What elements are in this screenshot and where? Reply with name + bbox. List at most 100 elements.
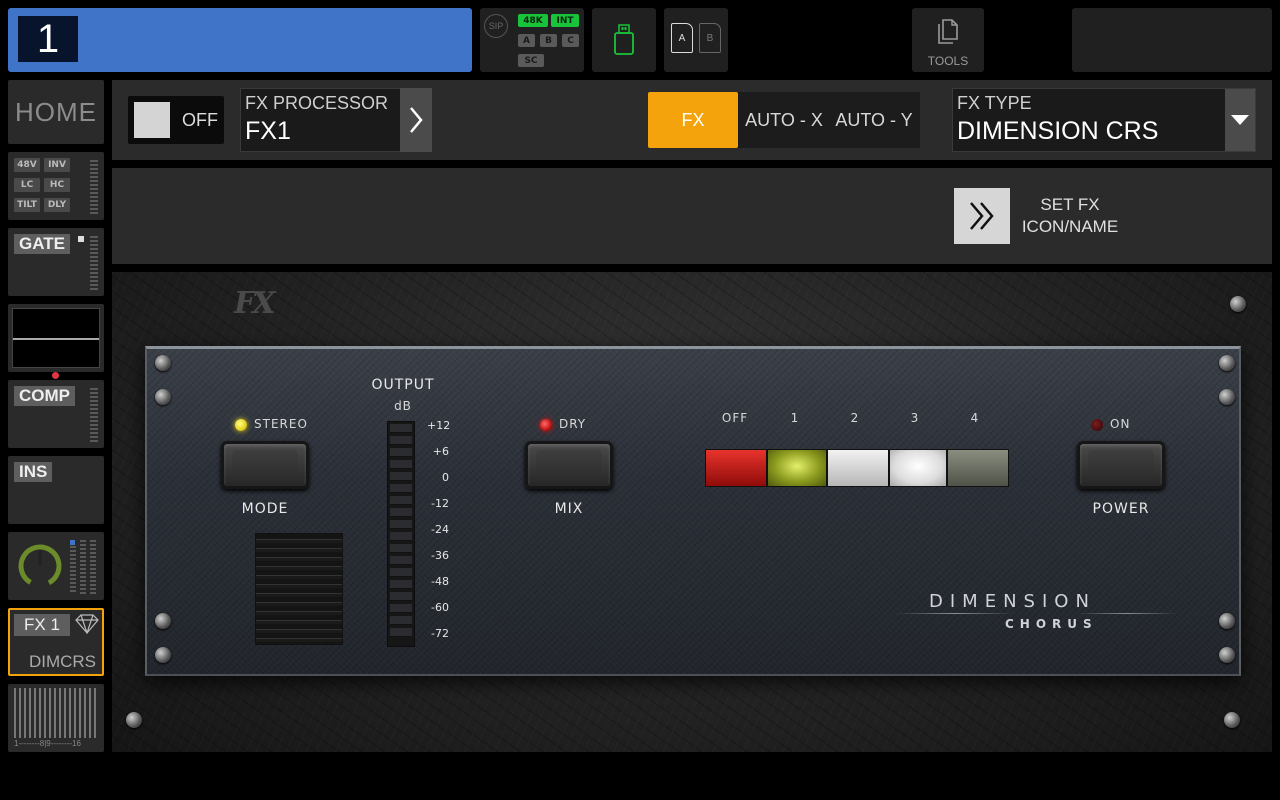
channel-number: 1 xyxy=(18,16,78,62)
gate-indicator xyxy=(78,236,84,242)
eq-section-button[interactable] xyxy=(8,304,104,372)
faceplate-screw xyxy=(1219,647,1235,663)
top-right-panel[interactable] xyxy=(1072,8,1272,72)
input-section-button[interactable]: 48V INV LC HC TILT DLY xyxy=(8,152,104,220)
usb-button[interactable] xyxy=(592,8,656,72)
fx-plugin-rack: FX STEREO MODE OUTPUT dB +12 +6 0 -12 -2… xyxy=(112,272,1272,752)
clock-source-badge: INT xyxy=(551,14,579,27)
faceplate-screw xyxy=(155,613,171,629)
channel-selector[interactable]: 1 xyxy=(8,8,472,72)
documents-icon xyxy=(938,19,958,44)
power-button[interactable] xyxy=(1077,441,1165,489)
insert-section-button[interactable]: INS xyxy=(8,456,104,524)
power-label: POWER xyxy=(1092,501,1150,517)
insert-label: INS xyxy=(14,462,53,482)
output-meter-left xyxy=(70,546,76,594)
meter-segment xyxy=(390,460,412,469)
selector-2-button[interactable] xyxy=(827,449,889,487)
output-meter-right xyxy=(90,540,96,594)
mix-button[interactable] xyxy=(525,441,613,489)
fx-sub-bar: SET FX ICON/NAME xyxy=(112,168,1272,264)
double-chevron-right-icon xyxy=(970,202,994,230)
channel-output-button[interactable] xyxy=(8,532,104,600)
eq-curve-preview xyxy=(12,308,100,368)
tab-fx[interactable]: FX xyxy=(648,92,738,148)
gate-label: GATE xyxy=(14,234,70,254)
mix-label: MIX xyxy=(554,501,584,517)
fx-mode-tabs: FX AUTO - X AUTO - Y xyxy=(648,92,920,148)
tab-auto-y[interactable]: AUTO - Y xyxy=(830,92,918,148)
toggle-switch xyxy=(134,102,170,138)
low-cut-chip: LC xyxy=(14,178,40,192)
sd-card-a-icon: A xyxy=(671,23,693,53)
fx-type-value: DIMENSION CRS xyxy=(957,117,1159,145)
dry-label: DRY xyxy=(559,417,587,431)
routing-button[interactable]: 1--------8|9--------16 xyxy=(8,684,104,752)
faceplate-screw xyxy=(155,389,171,405)
selector-1-button[interactable] xyxy=(767,449,827,487)
status-chip-b: B xyxy=(540,34,557,47)
brand-line-left xyxy=(895,613,1015,614)
gate-meter xyxy=(90,236,98,290)
fx-on-off-toggle[interactable]: OFF xyxy=(128,96,224,144)
fx1-slot-name: DIMCRS xyxy=(28,652,96,671)
meter-segment xyxy=(390,556,412,565)
meter-segment xyxy=(390,484,412,493)
comp-label: COMP xyxy=(14,386,75,406)
meter-segment xyxy=(390,508,412,517)
faceplate-screw xyxy=(1219,389,1235,405)
stereo-label: STEREO xyxy=(254,417,308,431)
selector-label-off: OFF xyxy=(721,411,749,425)
sd-card-button[interactable]: A B xyxy=(664,8,728,72)
meter-segment xyxy=(390,628,412,637)
chevron-down-icon xyxy=(1231,115,1249,125)
selector-label-1: 1 xyxy=(790,411,800,425)
mode-button[interactable] xyxy=(221,441,309,489)
meter-segment xyxy=(390,436,412,445)
comp-section-button[interactable]: COMP xyxy=(8,380,104,448)
selector-label-4: 4 xyxy=(970,411,980,425)
meter-segment xyxy=(390,424,412,433)
diamond-icon xyxy=(75,614,99,634)
power-led xyxy=(1091,419,1103,431)
delay-chip: DLY xyxy=(44,198,70,212)
meter-segment xyxy=(390,580,412,589)
toggle-label: OFF xyxy=(182,110,218,130)
comp-meter xyxy=(90,388,98,442)
meter-segment xyxy=(390,604,412,613)
meter-tick-label: -24 xyxy=(431,523,449,536)
high-cut-chip: HC xyxy=(44,178,70,192)
meter-segment xyxy=(390,532,412,541)
faceplate-screw xyxy=(155,355,171,371)
fx-type-dropdown[interactable]: FX TYPE DIMENSION CRS xyxy=(952,88,1256,152)
selector-3-button[interactable] xyxy=(889,449,947,487)
rack-screw xyxy=(1224,712,1240,728)
meter-segment xyxy=(390,592,412,601)
selector-off-button[interactable] xyxy=(705,449,767,487)
gate-section-button[interactable]: GATE xyxy=(8,228,104,296)
output-unit-label: dB xyxy=(394,399,412,413)
faceplate-screw xyxy=(155,647,171,663)
home-button[interactable]: HOME xyxy=(8,80,104,144)
meter-tick-label: 0 xyxy=(442,471,449,484)
fx-processor-caption: FX PROCESSOR xyxy=(245,93,389,113)
meter-tick-label: +12 xyxy=(427,419,451,432)
status-chip-c: C xyxy=(562,34,579,47)
selector-4-button[interactable] xyxy=(947,449,1009,487)
stereo-led xyxy=(235,419,247,431)
set-fx-icon-name-button[interactable] xyxy=(954,188,1010,244)
tools-button[interactable]: TOOLS xyxy=(912,8,984,72)
fx-logo: FX xyxy=(234,286,276,321)
meter-tick-label: -60 xyxy=(431,601,449,614)
chevron-right-icon xyxy=(410,107,423,133)
tab-auto-x[interactable]: AUTO - X xyxy=(742,92,826,148)
fx-type-dropdown-button[interactable] xyxy=(1225,89,1255,151)
input-level-meter xyxy=(90,160,98,214)
fx-processor-next-button[interactable] xyxy=(400,88,432,152)
fx1-slot-button[interactable]: FX 1 DIMCRS xyxy=(8,608,104,676)
brand-subtitle: CHORUS xyxy=(1005,617,1098,631)
status-panel[interactable]: SIP 48K INT A B C SC xyxy=(480,8,584,72)
meter-tick-label: -48 xyxy=(431,575,449,588)
meter-segment xyxy=(390,448,412,457)
fx-type-caption: FX TYPE xyxy=(957,93,1032,113)
